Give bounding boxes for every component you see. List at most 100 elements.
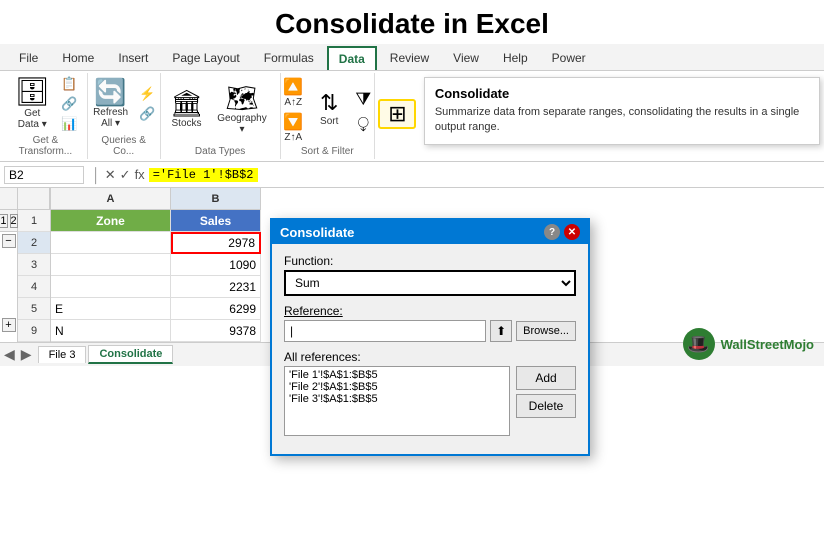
tooltip-title: Consolidate: [435, 86, 809, 101]
function-select-row: Sum: [284, 270, 576, 296]
sheet-tab-consolidate[interactable]: Consolidate: [88, 345, 173, 364]
row-num-5: 5: [18, 298, 50, 320]
all-references-row: All references: 'File 1'!$A$1:$B$5 'File…: [284, 350, 576, 436]
get-data-label: GetData ▾: [18, 108, 47, 130]
plus-btn[interactable]: +: [2, 318, 16, 332]
sheet-tab-file3[interactable]: File 3: [38, 346, 87, 363]
tab-formulas[interactable]: Formulas: [253, 46, 325, 70]
reference-input-row: ⬆ Browse...: [284, 320, 576, 342]
formula-bar: │ ✕ ✓ fx ='File 1'!$B$2: [0, 162, 824, 188]
cell-a5[interactable]: E: [51, 298, 171, 320]
small-btn-1[interactable]: 📋: [58, 75, 80, 93]
col-header-b: B: [171, 188, 261, 210]
ribbon-group-get-transform: 🗄 GetData ▾ 📋 🔗 📊 Get & Transform...: [4, 73, 88, 159]
sheet-nav-left[interactable]: ◀: [4, 346, 15, 363]
list-item: 'File 3'!$A$1:$B$5: [289, 393, 505, 405]
browse-button[interactable]: Browse...: [516, 321, 576, 341]
watermark: 🎩 WallStreetMojo: [683, 328, 814, 360]
function-select[interactable]: Sum: [284, 270, 576, 296]
cell-b5[interactable]: 6299: [171, 298, 261, 320]
tab-review[interactable]: Review: [379, 46, 440, 70]
cell-b3[interactable]: 1090: [171, 254, 261, 276]
formula-icons: ✕ ✓ fx: [105, 167, 145, 183]
consolidate-button[interactable]: ⊞: [378, 99, 416, 129]
tab-file[interactable]: File: [8, 46, 49, 70]
tab-help[interactable]: Help: [492, 46, 539, 70]
insert-function-icon[interactable]: fx: [135, 167, 145, 183]
all-references-list[interactable]: 'File 1'!$A$1:$B$5 'File 2'!$A$1:$B$5 'F…: [284, 366, 510, 436]
reference-row: Reference: ⬆ Browse...: [284, 304, 576, 342]
cell-a9[interactable]: N: [51, 320, 171, 342]
consolidate-tooltip: Consolidate Summarize data from separate…: [424, 77, 820, 145]
outline-column: 1 2 − +: [0, 188, 18, 342]
ribbon-group-sort-filter: 🔼 A↑Z 🔽 Z↑A ⇅ Sort ⧩ ⧬ So: [281, 73, 375, 159]
refresh-all-button[interactable]: 🔄 RefreshAll ▾: [89, 77, 132, 131]
col-header-a: A: [51, 188, 171, 210]
za-sort-button[interactable]: 🔽 Z↑A: [280, 111, 306, 144]
function-label: Function:: [284, 254, 576, 268]
tab-data[interactable]: Data: [327, 46, 377, 70]
small-btn-3[interactable]: 📊: [58, 115, 80, 133]
geography-button[interactable]: 🗺 Geography ▾: [210, 83, 273, 137]
cell-b2[interactable]: 2978: [171, 232, 261, 254]
data-types-label: Data Types: [195, 146, 245, 157]
reference-collapse-btn[interactable]: ⬆: [490, 320, 512, 342]
advanced-filter-button[interactable]: ⧬: [352, 113, 374, 132]
function-row: Function: Sum: [284, 254, 576, 296]
cell-a1[interactable]: Zone: [51, 210, 171, 232]
sort-button[interactable]: ⇅ Sort: [310, 90, 348, 129]
refresh-all-label: RefreshAll ▾: [93, 107, 128, 129]
ribbon-group-queries: 🔄 RefreshAll ▾ ⚡ 🔗 Queries & Co...: [88, 73, 161, 159]
outline-btn-1[interactable]: 1: [0, 214, 8, 228]
name-box[interactable]: [4, 166, 84, 184]
tab-page-layout[interactable]: Page Layout: [161, 46, 250, 70]
tab-home[interactable]: Home: [51, 46, 105, 70]
geography-label: Geography ▾: [214, 113, 269, 135]
list-item: 'File 1'!$A$1:$B$5: [289, 369, 505, 381]
az-sort-button[interactable]: 🔼 A↑Z: [280, 76, 306, 109]
tab-view[interactable]: View: [442, 46, 490, 70]
get-data-button[interactable]: 🗄 GetData ▾: [10, 76, 54, 132]
ribbon-bar: 🗄 GetData ▾ 📋 🔗 📊 Get & Transform... 🔄: [0, 71, 824, 162]
row-num-4: 4: [18, 276, 50, 298]
cancel-formula-icon[interactable]: ✕: [105, 167, 116, 183]
minus-btn[interactable]: −: [2, 234, 16, 248]
tab-insert[interactable]: Insert: [107, 46, 159, 70]
dialog-close-btn[interactable]: ✕: [564, 224, 580, 240]
col-headers: A B: [51, 188, 824, 210]
stocks-button[interactable]: 🏛 Stocks: [167, 88, 207, 131]
cell-a4[interactable]: [51, 276, 171, 298]
ribbon-tabs: File Home Insert Page Layout Formulas Da…: [0, 44, 824, 71]
add-button[interactable]: Add: [516, 366, 576, 390]
row-num-header: [18, 188, 50, 210]
consolidate-dialog[interactable]: Consolidate ? ✕ Function: Sum: [270, 218, 590, 456]
watermark-text: WallStreetMojo: [721, 337, 814, 352]
filter-button[interactable]: ⧩: [352, 88, 374, 111]
confirm-formula-icon[interactable]: ✓: [120, 167, 131, 183]
consolidate-icon: ⊞: [388, 103, 406, 125]
geography-icon: 🗺: [226, 85, 259, 111]
ribbon-group-data-types: 🏛 Stocks 🗺 Geography ▾ Data Types: [161, 73, 281, 159]
outline-btn-2[interactable]: 2: [10, 214, 18, 228]
row-sidebar: 1 2 3 4 5 9: [18, 188, 51, 342]
row-num-9: 9: [18, 320, 50, 342]
stocks-label: Stocks: [172, 118, 202, 129]
cell-b9[interactable]: 9378: [171, 320, 261, 342]
sort-label: Sort: [320, 116, 338, 127]
cell-b1[interactable]: Sales: [171, 210, 261, 232]
dialog-help-btn[interactable]: ?: [544, 224, 560, 240]
queries-btn-2[interactable]: 🔗: [136, 105, 158, 123]
cell-a3[interactable]: [51, 254, 171, 276]
cell-a2[interactable]: [51, 232, 171, 254]
tooltip-desc: Summarize data from separate ranges, con…: [435, 105, 809, 136]
tab-power[interactable]: Power: [541, 46, 597, 70]
delete-button[interactable]: Delete: [516, 394, 576, 418]
small-btn-2[interactable]: 🔗: [58, 95, 80, 113]
reference-input[interactable]: [284, 320, 486, 342]
sheet-nav-right[interactable]: ▶: [21, 346, 32, 363]
dialog-side-buttons: Add Delete: [516, 366, 576, 436]
get-transform-label: Get & Transform...: [10, 135, 81, 157]
cell-b4[interactable]: 2231: [171, 276, 261, 298]
row-num-3: 3: [18, 254, 50, 276]
queries-btn-1[interactable]: ⚡: [136, 85, 158, 103]
